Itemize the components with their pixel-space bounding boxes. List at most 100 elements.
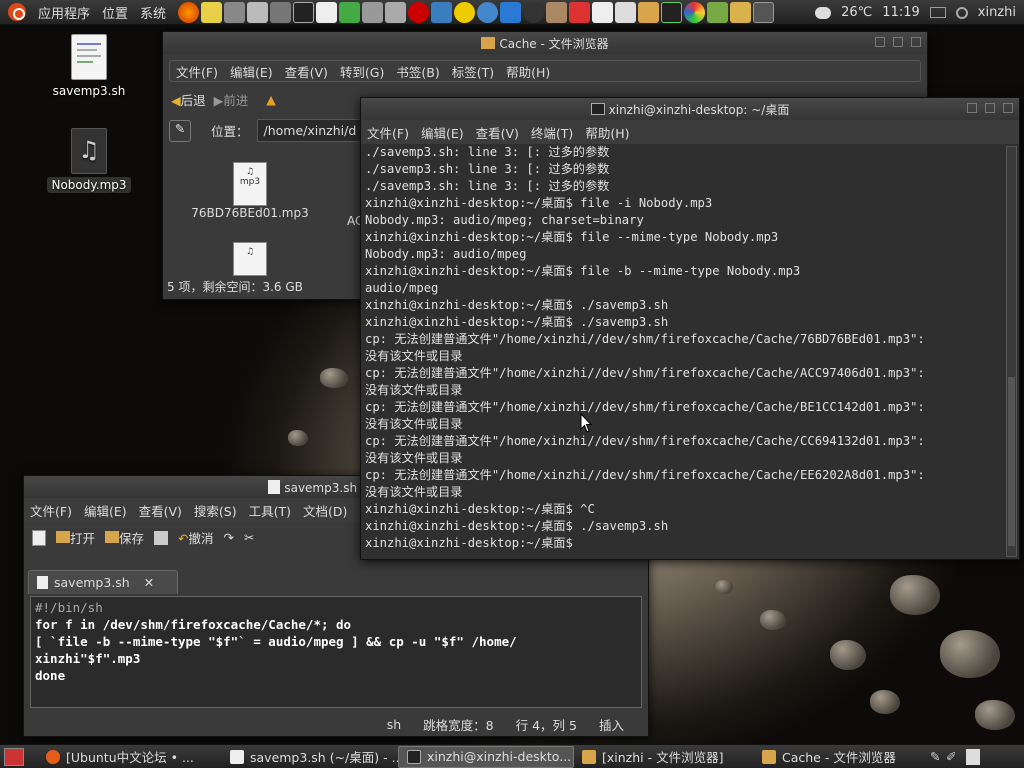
document-icon[interactable] xyxy=(615,1,637,23)
location-input[interactable]: /home/xinzhi/d xyxy=(256,119,377,142)
menu-file[interactable]: 文件(F) xyxy=(361,123,415,142)
text-editor-icon[interactable] xyxy=(316,1,338,23)
menu-tabs[interactable]: 标签(T) xyxy=(446,62,500,81)
menu-applications[interactable]: 应用程序 xyxy=(32,3,96,22)
menu-file[interactable]: 文件(F) xyxy=(170,62,224,81)
terminal-line: cp: 无法创建普通文件"/home/xinzhi//dev/shm/firef… xyxy=(365,468,925,482)
show-desktop-icon[interactable] xyxy=(4,747,24,766)
menu-view[interactable]: 查看(V) xyxy=(279,62,334,81)
menu-documents[interactable]: 文档(D) xyxy=(297,501,353,520)
code-editor[interactable]: #!/bin/sh for f in /dev/shm/firefoxcache… xyxy=(30,596,642,708)
media-icon[interactable] xyxy=(247,1,269,23)
tab-savemp3[interactable]: savemp3.sh ✕ xyxy=(28,570,178,594)
dropbox-icon[interactable] xyxy=(500,1,522,23)
edit-location-icon[interactable]: ✎ xyxy=(169,119,191,142)
mail-envelope-icon[interactable] xyxy=(929,7,946,18)
undo-button[interactable]: ↶撤消 xyxy=(178,528,214,547)
gmail-icon[interactable] xyxy=(569,1,591,23)
qq-icon[interactable] xyxy=(523,1,545,23)
trash-icon[interactable] xyxy=(966,748,980,765)
menu-system[interactable]: 系统 xyxy=(134,3,172,22)
language-selector[interactable]: sh xyxy=(387,717,401,732)
menu-help[interactable]: 帮助(H) xyxy=(579,123,635,142)
window-title: Cache - 文件浏览器 xyxy=(499,36,609,51)
redo-arrow-icon[interactable]: ↷ xyxy=(224,530,234,545)
taskbar-item-cache-browser[interactable]: Cache - 文件浏览器 xyxy=(754,746,924,768)
back-button[interactable]: ◀后退 xyxy=(171,90,206,109)
menu-edit[interactable]: 编辑(E) xyxy=(415,123,470,142)
terminal-output[interactable]: ./savemp3.sh: line 3: [: 过多的参数 ./savemp3.… xyxy=(361,144,1003,559)
video-editor-icon[interactable] xyxy=(224,1,246,23)
menu-view[interactable]: 查看(V) xyxy=(133,501,188,520)
save-button[interactable]: 保存 xyxy=(105,528,144,547)
gimp-icon[interactable] xyxy=(546,1,568,23)
robot-icon[interactable] xyxy=(385,1,407,23)
user-name[interactable]: xinzhi xyxy=(978,5,1016,20)
open-button[interactable]: 打开 xyxy=(56,528,95,547)
desktop-icon-nobody[interactable]: ♫ Nobody.mp3 xyxy=(44,128,134,193)
firefox-icon xyxy=(46,749,60,764)
menu-terminal[interactable]: 终端(T) xyxy=(525,123,579,142)
desktop-icon-savemp3[interactable]: savemp3.sh xyxy=(48,34,130,98)
menu-file[interactable]: 文件(F) xyxy=(24,501,78,520)
chrome-icon[interactable] xyxy=(477,1,499,23)
folder-icon[interactable] xyxy=(638,1,660,23)
cut-icon[interactable]: ✂ xyxy=(244,530,254,545)
monitor-icon[interactable] xyxy=(661,1,683,23)
close-button[interactable] xyxy=(911,37,921,47)
book-icon[interactable] xyxy=(707,1,729,23)
notes-icon[interactable] xyxy=(201,1,223,23)
taskbar-item-file-browser[interactable]: [xinzhi - 文件浏览器] xyxy=(574,746,754,768)
menu-places[interactable]: 位置 xyxy=(96,3,134,22)
maximize-button[interactable] xyxy=(893,37,903,47)
power-icon[interactable] xyxy=(955,6,968,19)
opera-icon[interactable] xyxy=(408,1,430,23)
pen-icon[interactable]: ✎ xyxy=(930,749,946,765)
clock[interactable]: 11:19 xyxy=(882,5,919,20)
display-icon[interactable] xyxy=(753,1,775,23)
file-manager-titlebar[interactable]: Cache - 文件浏览器 xyxy=(163,32,927,54)
terminal-icon[interactable] xyxy=(293,1,315,23)
print-icon[interactable] xyxy=(154,530,169,545)
menu-go[interactable]: 转到(G) xyxy=(334,62,390,81)
maximize-button[interactable] xyxy=(985,103,995,113)
menu-edit[interactable]: 编辑(E) xyxy=(78,501,133,520)
fish-icon[interactable] xyxy=(431,1,453,23)
taskbar-item-gedit[interactable]: savemp3.sh (~/桌面) - ... xyxy=(222,746,398,768)
minimize-button[interactable] xyxy=(875,37,885,47)
file-item[interactable]: ♫ xyxy=(233,242,267,276)
terminal-line: ./savemp3.sh: line 3: [: 过多的参数 xyxy=(365,162,610,176)
menu-help[interactable]: 帮助(H) xyxy=(500,62,556,81)
screenshot-icon[interactable] xyxy=(362,1,384,23)
ubuntu-logo-icon[interactable] xyxy=(8,3,26,21)
forward-button[interactable]: ▶前进 xyxy=(214,90,249,109)
menu-bookmarks[interactable]: 书签(B) xyxy=(390,62,445,81)
euro-icon[interactable] xyxy=(454,1,476,23)
close-button[interactable] xyxy=(1003,103,1013,113)
menu-view[interactable]: 查看(V) xyxy=(470,123,525,142)
menu-search[interactable]: 搜索(S) xyxy=(188,501,243,520)
taskbar-item-terminal[interactable]: xinzhi@xinzhi-deskto... xyxy=(398,745,574,768)
taskbar-item-firefox[interactable]: [Ubuntu中文论坛 • ... xyxy=(38,746,222,768)
archive-icon[interactable] xyxy=(270,1,292,23)
files-icon[interactable] xyxy=(730,1,752,23)
terminal-scrollbar[interactable] xyxy=(1006,146,1017,557)
tab-close-icon[interactable]: ✕ xyxy=(144,575,154,590)
mail-icon[interactable] xyxy=(592,1,614,23)
menu-edit[interactable]: 编辑(E) xyxy=(224,62,279,81)
puzzle-icon[interactable] xyxy=(339,1,361,23)
up-arrow-icon[interactable]: ▲ xyxy=(266,92,276,107)
weather-temp[interactable]: 26℃ xyxy=(841,5,872,20)
tab-width-selector[interactable]: 跳格宽度：8 xyxy=(423,715,493,734)
file-item[interactable]: ♫ mp3 76BD76BEd01.mp3 xyxy=(185,162,315,220)
minimize-button[interactable] xyxy=(967,103,977,113)
location-label: 位置： xyxy=(211,124,249,139)
menu-tools[interactable]: 工具(T) xyxy=(243,501,297,520)
scrollbar-thumb[interactable] xyxy=(1008,377,1015,546)
firefox-icon[interactable] xyxy=(178,1,200,23)
terminal-titlebar[interactable]: xinzhi@xinzhi-desktop: ~/桌面 xyxy=(361,98,1019,120)
pin-icon[interactable]: ✐ xyxy=(946,749,962,765)
weather-icon[interactable] xyxy=(815,6,832,19)
new-file-icon[interactable] xyxy=(32,529,46,546)
picasa-icon[interactable] xyxy=(684,1,706,23)
